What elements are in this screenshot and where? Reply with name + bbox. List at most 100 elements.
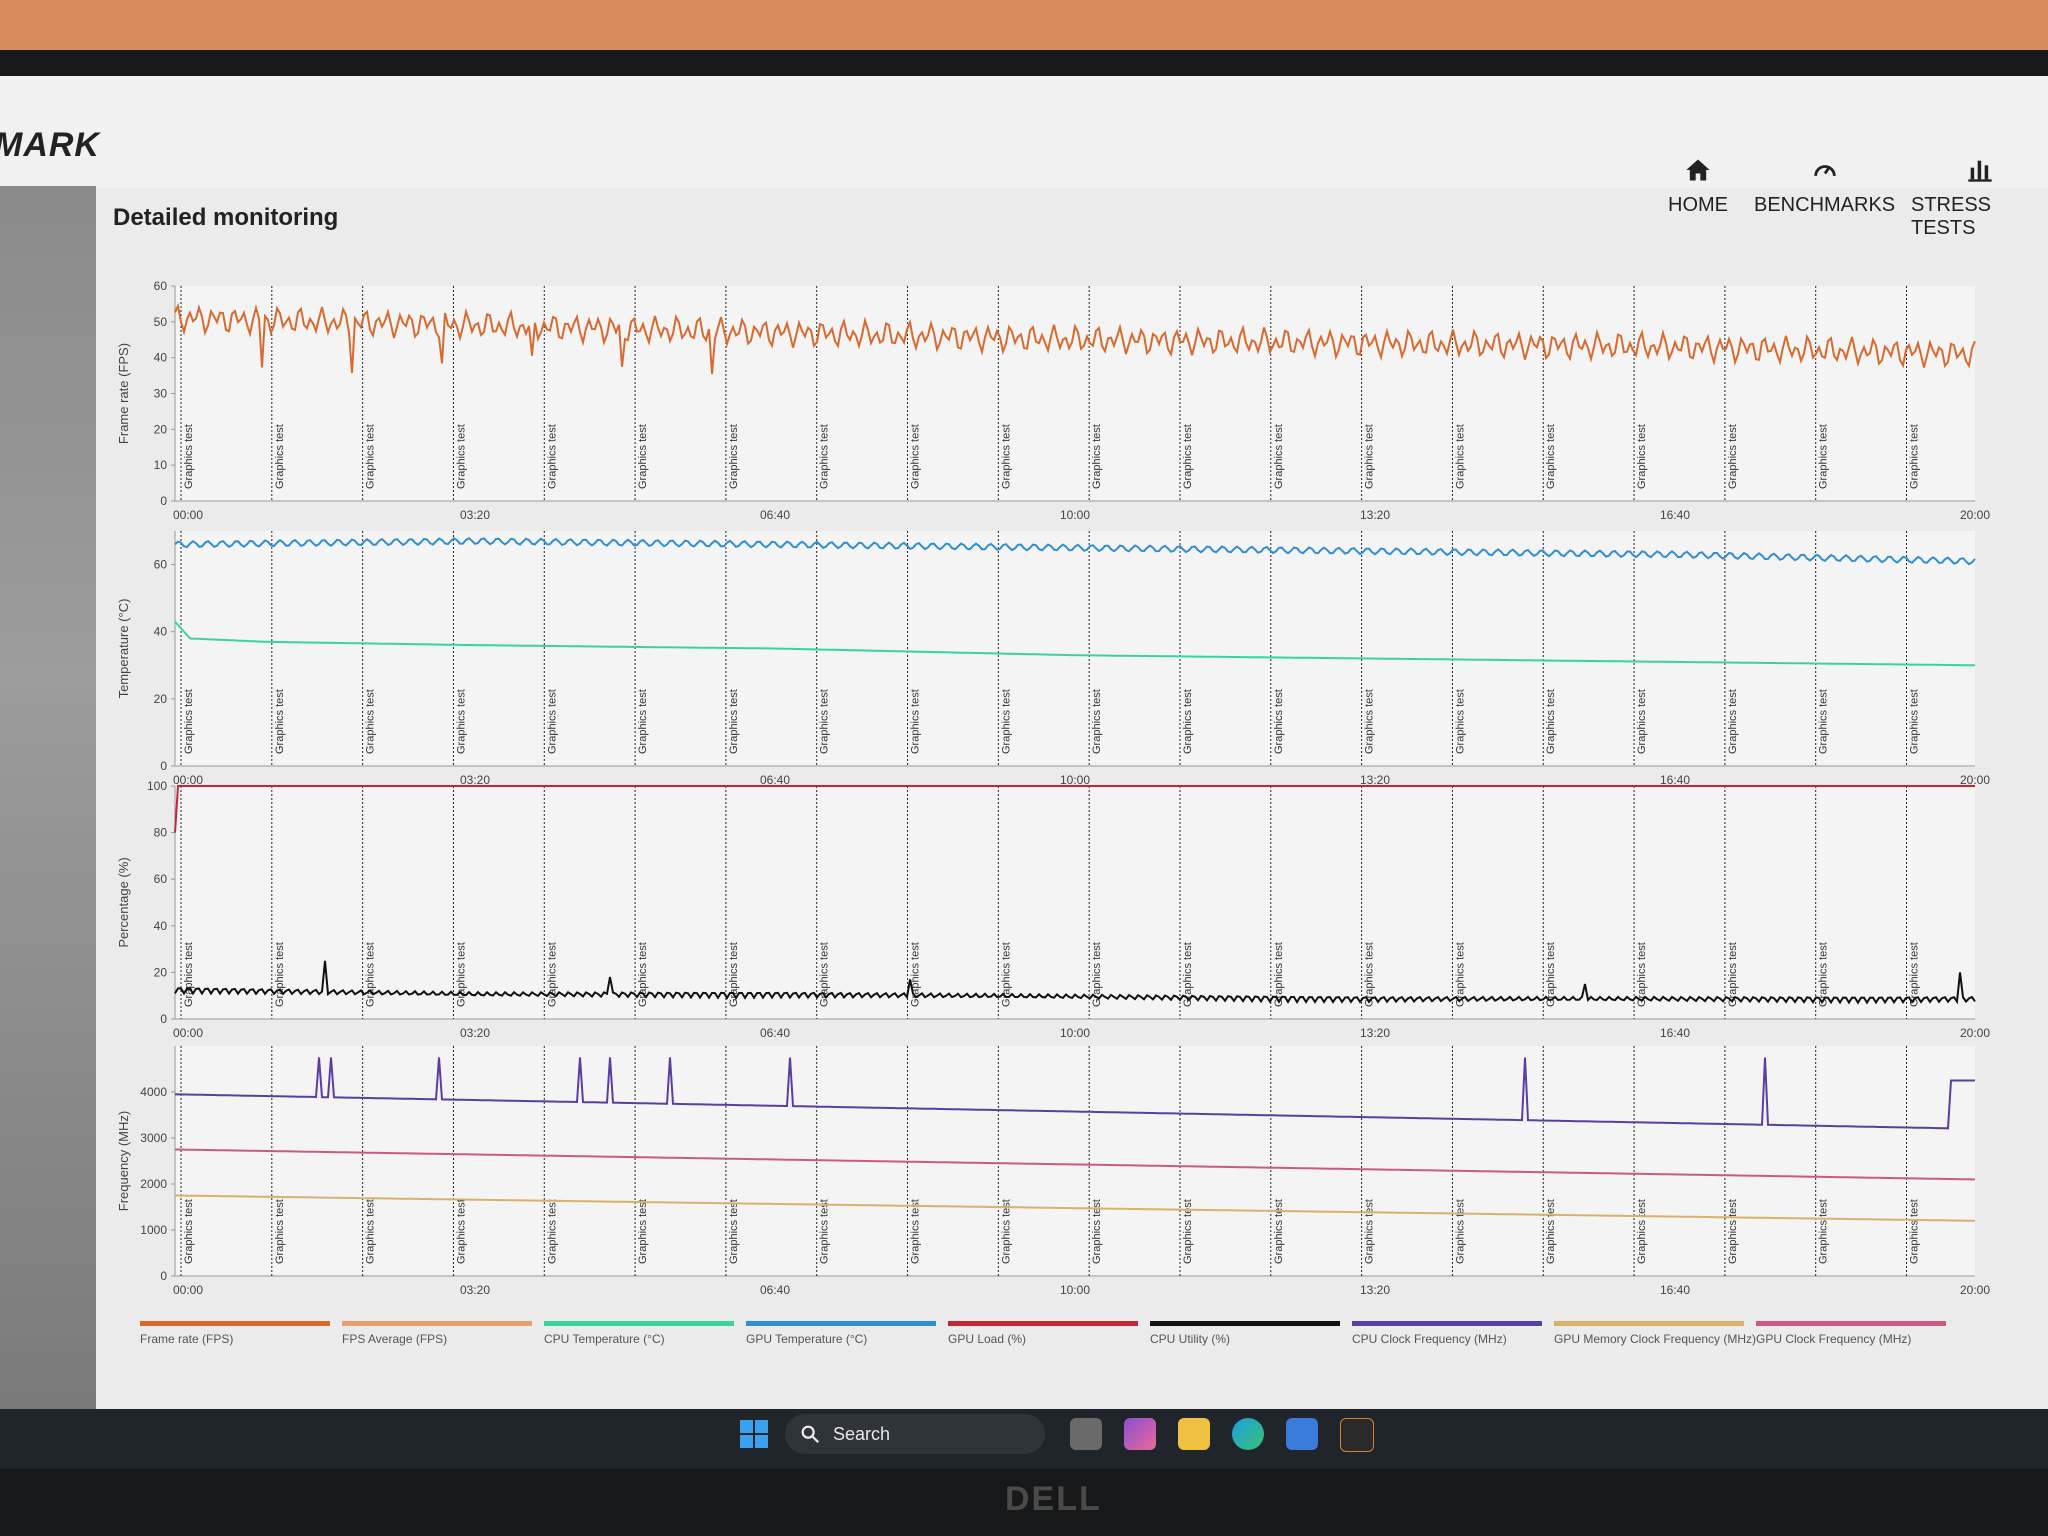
graphics-test-label: Graphics test (1727, 689, 1739, 754)
monitor-brand-logo: DELL (1005, 1480, 1102, 1518)
taskbar-search[interactable]: Search (785, 1414, 1045, 1454)
legend-item: FPS Average (FPS) (342, 1332, 447, 1346)
graphics-test-label: Graphics test (1636, 1199, 1648, 1264)
x-tick-label: 16:40 (1660, 508, 1690, 522)
graphics-test-label: Graphics test (1545, 424, 1557, 489)
legend-swatch (544, 1321, 734, 1326)
graphics-test-label: Graphics test (274, 1199, 286, 1264)
legend-item: CPU Temperature (°C) (544, 1332, 665, 1346)
x-tick-label: 10:00 (1060, 508, 1090, 522)
graphics-test-label: Graphics test (728, 689, 740, 754)
graphics-test-label: Graphics test (455, 424, 467, 489)
graphics-test-label: Graphics test (365, 942, 377, 1007)
graphics-test-label: Graphics test (274, 424, 286, 489)
graphics-test-label: Graphics test (546, 689, 558, 754)
x-tick-label: 16:40 (1660, 1026, 1690, 1040)
graphics-test-label: Graphics test (637, 424, 649, 489)
x-tick-label: 13:20 (1360, 773, 1390, 787)
graphics-test-label: Graphics test (365, 689, 377, 754)
graphics-test-label: Graphics test (274, 689, 286, 754)
copilot-icon[interactable] (1124, 1418, 1156, 1450)
graphics-test-label: Graphics test (1727, 424, 1739, 489)
task-view-icon[interactable] (1070, 1418, 1102, 1450)
y-tick-label: 3000 (140, 1131, 167, 1145)
x-tick-label: 03:20 (460, 1283, 490, 1297)
3dmark-app-icon[interactable] (1340, 1418, 1374, 1452)
y-tick-label: 20 (154, 965, 168, 979)
graphics-test-label: Graphics test (637, 1199, 649, 1264)
legend-swatch (1554, 1321, 1744, 1326)
graphics-test-label: Graphics test (1818, 689, 1830, 754)
edge-browser-icon[interactable] (1232, 1418, 1264, 1450)
graphics-test-label: Graphics test (1727, 1199, 1739, 1264)
graphics-test-label: Graphics test (910, 1199, 922, 1264)
x-tick-label: 20:00 (1960, 1283, 1990, 1297)
windows-start-icon[interactable] (738, 1418, 770, 1450)
plot-area (175, 786, 1975, 1019)
graphics-test-label: Graphics test (1000, 424, 1012, 489)
graphics-test-label: Graphics test (819, 1199, 831, 1264)
y-tick-label: 4000 (140, 1085, 167, 1099)
legend-swatch (1756, 1321, 1946, 1326)
graphics-test-label: Graphics test (365, 1199, 377, 1264)
x-tick-label: 13:20 (1360, 1026, 1390, 1040)
graphics-test-label: Graphics test (1000, 1199, 1012, 1264)
graphics-test-label: Graphics test (1454, 1199, 1466, 1264)
y-tick-label: 60 (154, 279, 168, 293)
graphics-test-label: Graphics test (1182, 689, 1194, 754)
x-tick-label: 13:20 (1360, 508, 1390, 522)
legend-item: CPU Utility (%) (1150, 1332, 1230, 1346)
graphics-test-label: Graphics test (1909, 1199, 1921, 1264)
y-tick-label: 0 (160, 494, 167, 508)
graphics-test-label: Graphics test (546, 1199, 558, 1264)
graphics-test-label: Graphics test (1545, 689, 1557, 754)
graphics-test-label: Graphics test (365, 424, 377, 489)
y-tick-label: 30 (154, 387, 168, 401)
legend-item: GPU Load (%) (948, 1332, 1026, 1346)
graphics-test-label: Graphics test (1364, 689, 1376, 754)
y-axis-label: Frame rate (FPS) (116, 343, 131, 444)
y-tick-label: 20 (154, 422, 168, 436)
x-tick-label: 00:00 (173, 1283, 203, 1297)
x-tick-label: 10:00 (1060, 773, 1090, 787)
graphics-test-label: Graphics test (455, 942, 467, 1007)
monitoring-charts: Frame rate (FPS) 0 10 20 30 40 50 60 00:00 03:20 0… (116, 279, 1990, 1346)
graphics-test-label: Graphics test (910, 689, 922, 754)
graphics-test-label: Graphics test (274, 942, 286, 1007)
y-tick-label: 1000 (140, 1223, 167, 1237)
graphics-test-label: Graphics test (1091, 689, 1103, 754)
legend-item: GPU Clock Frequency (MHz) (1756, 1332, 1911, 1346)
graphics-test-label: Graphics test (1091, 424, 1103, 489)
y-tick-label: 50 (154, 315, 168, 329)
y-tick-label: 0 (160, 759, 167, 773)
y-axis-label: Percentage (%) (116, 857, 131, 947)
y-tick-label: 10 (154, 458, 168, 472)
store-icon[interactable] (1286, 1418, 1318, 1450)
x-tick-label: 00:00 (173, 773, 203, 787)
x-tick-label: 06:40 (760, 1026, 790, 1040)
graphics-test-label: Graphics test (1545, 1199, 1557, 1264)
y-tick-label: 40 (154, 919, 168, 933)
y-tick-label: 80 (154, 826, 168, 840)
graphics-test-label: Graphics test (546, 424, 558, 489)
graphics-test-label: Graphics test (1273, 689, 1285, 754)
y-tick-label: 0 (160, 1269, 167, 1283)
graphics-test-label: Graphics test (455, 689, 467, 754)
x-tick-label: 00:00 (173, 1026, 203, 1040)
legend-swatch (1352, 1321, 1542, 1326)
graphics-test-label: Graphics test (910, 424, 922, 489)
graphics-test-label: Graphics test (637, 942, 649, 1007)
plot-area (175, 1046, 1975, 1276)
y-tick-label: 60 (154, 558, 168, 572)
y-axis-label: Frequency (MHz) (116, 1111, 131, 1211)
x-tick-label: 10:00 (1060, 1026, 1090, 1040)
graphics-test-label: Graphics test (1636, 424, 1648, 489)
graphics-test-label: Graphics test (1182, 424, 1194, 489)
x-tick-label: 20:00 (1960, 773, 1990, 787)
search-icon (801, 1425, 820, 1444)
y-tick-label: 60 (154, 872, 168, 886)
x-tick-label: 20:00 (1960, 1026, 1990, 1040)
legend-swatch (948, 1321, 1138, 1326)
graphics-test-label: Graphics test (1364, 424, 1376, 489)
file-explorer-icon[interactable] (1178, 1418, 1210, 1450)
